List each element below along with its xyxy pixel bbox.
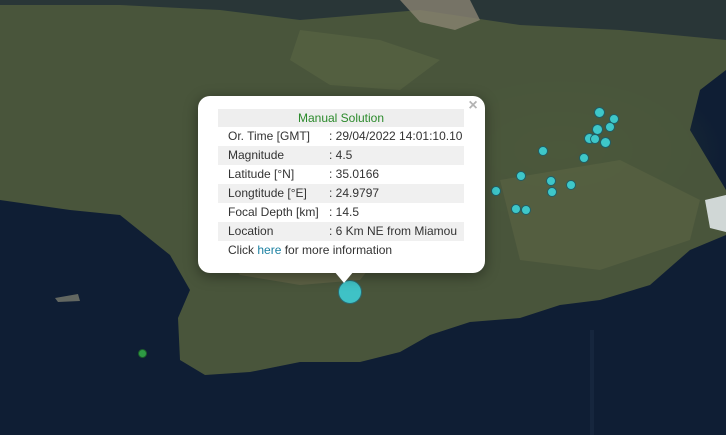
earthquake-marker[interactable] [605, 122, 615, 132]
detail-label: Focal Depth [km] [228, 205, 319, 219]
old-earthquake-marker[interactable] [138, 349, 147, 358]
detail-label: Latitude [°N] [228, 167, 295, 181]
satellite-map[interactable]: × Manual Solution Or. Time [GMT] : 29/04… [0, 0, 726, 435]
more-info-text: Click here for more information [228, 241, 392, 260]
popup-pointer [334, 271, 354, 283]
earthquake-marker[interactable] [491, 186, 501, 196]
detail-value: : 35.0166 [329, 167, 380, 181]
detail-value: : 14.5 [329, 205, 360, 219]
detail-row-magnitude: Magnitude : 4.5 [218, 146, 464, 165]
earthquake-marker[interactable] [511, 204, 521, 214]
more-info-suffix: for more information [281, 243, 393, 257]
more-info-prefix: Click [228, 243, 258, 257]
earthquake-marker[interactable] [590, 134, 600, 144]
more-info-row: Click here for more information [218, 241, 464, 260]
detail-value: : 4.5 [329, 148, 353, 162]
earthquake-marker[interactable] [546, 176, 556, 186]
detail-row-longitude: Longtitude [°E] : 24.9797 [218, 184, 464, 203]
detail-row-latitude: Latitude [°N] : 35.0166 [218, 165, 464, 184]
earthquake-marker[interactable] [594, 107, 605, 118]
detail-row-depth: Focal Depth [km] : 14.5 [218, 203, 464, 222]
event-details-table: Manual Solution Or. Time [GMT] : 29/04/2… [218, 109, 464, 260]
detail-row-location: Location : 6 Km NE from Miamou [218, 222, 464, 241]
detail-label: Location [228, 224, 274, 238]
popup-title: Manual Solution [218, 109, 464, 127]
detail-label: Longtitude [°E] [228, 186, 307, 200]
detail-value: : 29/04/2022 14:01:10.10 [329, 129, 463, 143]
earthquake-marker[interactable] [516, 171, 526, 181]
close-icon[interactable]: × [465, 98, 481, 114]
earthquake-marker[interactable] [521, 205, 531, 215]
detail-value: : 6 Km NE from Miamou [329, 224, 458, 238]
selected-earthquake-marker[interactable] [338, 280, 362, 304]
earthquake-marker[interactable] [579, 153, 589, 163]
detail-row-time: Or. Time [GMT] : 29/04/2022 14:01:10.10 [218, 127, 464, 146]
detail-value: : 24.9797 [329, 186, 380, 200]
earthquake-marker[interactable] [566, 180, 576, 190]
earthquake-marker[interactable] [547, 187, 557, 197]
earthquake-marker[interactable] [600, 137, 611, 148]
detail-label: Or. Time [GMT] [228, 129, 311, 143]
event-popup: × Manual Solution Or. Time [GMT] : 29/04… [198, 96, 485, 273]
more-info-link[interactable]: here [257, 243, 281, 257]
earthquake-marker[interactable] [538, 146, 548, 156]
detail-label: Magnitude [228, 148, 285, 162]
